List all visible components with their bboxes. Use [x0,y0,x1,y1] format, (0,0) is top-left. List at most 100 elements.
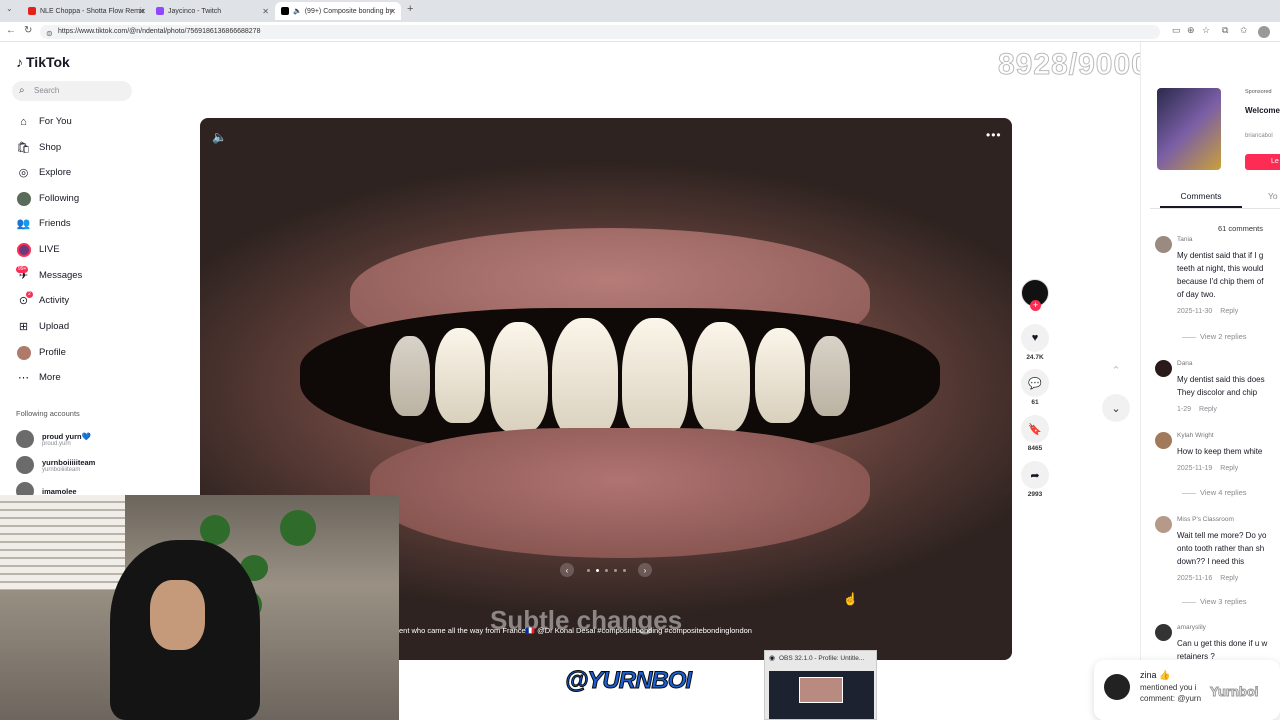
reply-link[interactable]: Reply [1220,465,1238,472]
avatar[interactable] [1155,236,1172,253]
share-button[interactable]: ➦ 2993 [1021,461,1049,498]
comment-user[interactable]: Dana [1177,360,1193,367]
comment-button[interactable]: 💬 61 [1021,369,1049,406]
mouse-cursor-icon: ☝ [843,592,858,606]
profile-avatar-icon[interactable] [1258,26,1270,38]
carousel-dot[interactable] [604,568,608,572]
following-account-item[interactable]: proud yurn💙 proud.yurn [16,430,91,448]
previous-post-button[interactable]: ⌃ [1102,356,1130,384]
sidebar-item-for-you[interactable]: ⌂ For You [16,114,72,129]
sidebar-item-label: For You [39,116,72,127]
extensions-icon[interactable]: ⧉ [1222,25,1228,36]
reply-link[interactable]: Reply [1199,406,1217,413]
new-tab-icon[interactable]: + [407,3,413,15]
prev-slide-icon[interactable]: ‹ [560,563,574,577]
carousel-dot[interactable] [613,568,617,572]
ad-title[interactable]: Welcome the life o [1245,105,1280,116]
carousel-dot[interactable] [586,568,590,572]
browser-tab-1[interactable]: NLE Choppa - Shotta Flow Remix ✕ [22,2,150,20]
view-replies-button[interactable]: View 3 replies [1182,597,1247,606]
browser-tab-bar: ⌄ NLE Choppa - Shotta Flow Remix ✕ Jayci… [0,0,1280,22]
close-tab-icon[interactable]: ✕ [389,7,396,16]
ad-thumbnail[interactable] [1157,88,1221,170]
logo-text: TikTok [26,54,70,70]
screen-icon[interactable]: ▭ [1172,25,1181,36]
search-input[interactable]: ⌕ Search [12,81,132,101]
following-account-item[interactable]: yurnboiiiiiteam yurnboiiiiiteam [16,456,95,474]
obs-window-preview[interactable]: ◉ OBS 32.1.0 - Profile: Untitle... [764,650,877,720]
reload-icon[interactable]: ↻ [24,25,32,36]
comment-item: Dana My dentist said this does They disc… [1155,360,1280,420]
tiktok-logo[interactable]: ♪ TikTok [16,54,70,70]
comment-count-label: 61 comments [1218,224,1264,233]
sidebar-item-label: LIVE [39,244,60,255]
profile-avatar-icon [16,345,31,360]
reply-link[interactable]: Reply [1220,308,1238,315]
like-button[interactable]: ♥ 24.7K [1021,324,1049,361]
avatar [16,456,34,474]
view-replies-button[interactable]: View 4 replies [1182,488,1247,497]
close-tab-icon[interactable]: ✕ [262,7,269,16]
stream-goal-counter: 8928/9000 [998,48,1149,82]
sidebar-item-shop[interactable]: 🛍 Shop [16,140,62,155]
volume-icon[interactable]: 🔈 [212,130,227,144]
sidebar-item-profile[interactable]: Profile [16,345,66,360]
next-slide-icon[interactable]: › [638,563,652,577]
comment-user[interactable]: Miss P's Classroom [1177,516,1234,523]
comment-user[interactable]: Tania [1177,236,1193,243]
bookmark-star-icon[interactable]: ☆ [1202,25,1210,36]
avatar[interactable] [1155,516,1172,533]
url-field[interactable]: ⊜ https://www.tiktok.com/@n/ndental/phot… [40,25,1160,39]
sidebar-item-following[interactable]: Following [16,191,79,206]
chevron-down-icon: ⌄ [1111,402,1121,415]
account-handle: proud.yurn [42,440,71,447]
comment-date: 2025-11-30 [1177,308,1213,315]
save-button[interactable]: 🔖 8465 [1021,415,1049,452]
sponsored-label: Sponsored [1245,89,1272,95]
browser-tab-3-active[interactable]: 🔈 (99+) Composite bonding by ✕ [275,2,401,20]
upload-icon: ⊞ [18,321,29,333]
follow-plus-icon[interactable]: + [1030,300,1041,311]
sidebar-item-friends[interactable]: 👥 Friends [16,216,71,231]
url-text: https://www.tiktok.com/@n/ndental/photo/… [58,28,261,35]
comment-text: My dentist said that if I g teeth at nig… [1177,249,1263,301]
sidebar-item-label: More [39,372,61,383]
sidebar-item-label: Activity [39,295,70,306]
browser-tab-2[interactable]: Jaycinco - Twitch ✕ [150,2,274,20]
avatar [16,430,34,448]
obs-logo-icon: ◉ [769,655,776,662]
sidebar-item-explore[interactable]: ◎ Explore [16,165,72,180]
avatar[interactable] [1155,624,1172,641]
ad-cta-button[interactable]: Le [1245,154,1280,170]
next-post-button[interactable]: ⌄ [1102,394,1130,422]
obs-window-title: OBS 32.1.0 - Profile: Untitle... [779,655,865,662]
comment-count: 61 [1031,399,1039,406]
avatar[interactable] [1155,432,1172,449]
favorites-icon[interactable]: ✩ [1240,25,1248,36]
tab-you-may-like[interactable]: Yo [1268,191,1278,201]
notification-text: mentioned you i [1140,683,1197,692]
sidebar-item-upload[interactable]: ⊞ Upload [16,319,69,334]
close-tab-icon[interactable]: ✕ [138,7,145,16]
carousel-dot[interactable] [622,568,626,572]
tab-comments[interactable]: Comments [1160,191,1242,208]
comment-line: because I'd chip them of [1177,277,1264,286]
comment-user[interactable]: Kylah Wright [1177,432,1214,439]
site-info-icon[interactable]: ⊜ [46,27,53,41]
comment-meta: 2025-11-19 Reply [1177,465,1238,472]
sidebar-item-activity[interactable]: ⊙ Activity [16,293,69,308]
sidebar-item-more[interactable]: ⋯ More [16,370,61,385]
carousel-dot-active[interactable] [595,568,599,572]
more-options-icon[interactable]: ••• [986,128,1002,142]
zoom-icon[interactable]: ⊕ [1187,25,1195,36]
view-replies-button[interactable]: View 2 replies [1182,332,1247,341]
post-caption[interactable]: ent who came all the way from France🇫🇷 @… [399,626,752,635]
back-arrow-icon[interactable]: ← [6,25,16,36]
tab-list-chevron-icon[interactable]: ⌄ [6,4,13,13]
avatar[interactable] [1155,360,1172,377]
comment-user[interactable]: amaryslily [1177,624,1206,631]
twitch-favicon-icon [156,7,164,15]
comment-meta: 2025-11-16 Reply [1177,575,1238,582]
reply-link[interactable]: Reply [1220,575,1238,582]
sidebar-item-live[interactable]: LIVE [16,242,60,257]
